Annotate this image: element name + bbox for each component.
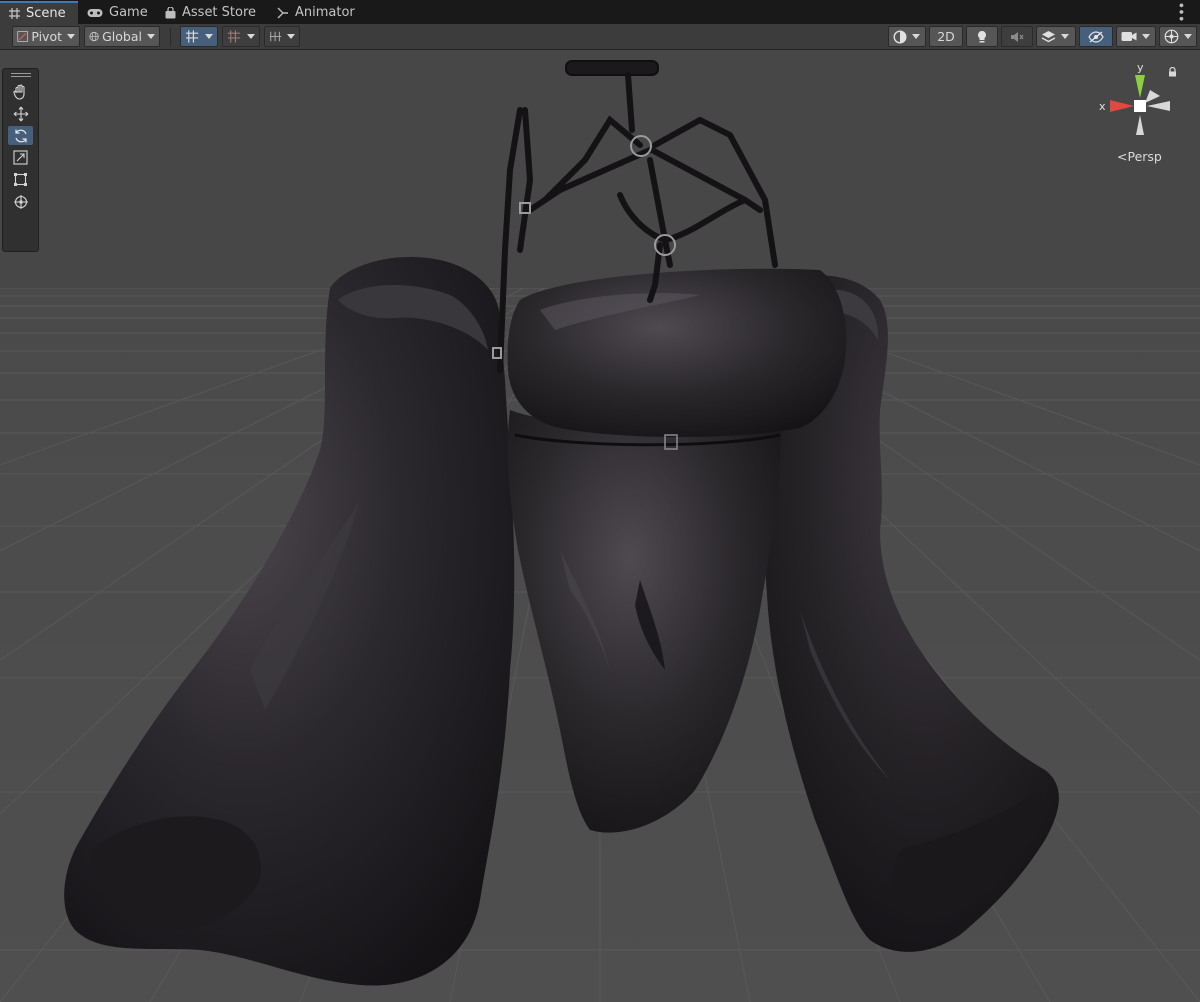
more-options-icon[interactable]: ••• [1172,1,1187,21]
tab-label: Game [109,5,148,20]
globe-icon [89,31,99,42]
gizmo-center-cube[interactable] [1134,100,1146,112]
gizmo-neg-z-cone[interactable] [1136,115,1144,135]
pivot-icon [17,31,28,42]
chevron-down-icon [247,34,255,39]
grid-icon [9,8,20,19]
rect-icon [14,173,27,186]
tab-asset-store[interactable]: Asset Store [156,1,265,24]
tab-game[interactable]: Game [78,1,157,24]
gizmos-dropdown[interactable] [1159,26,1197,47]
effects-dropdown[interactable] [1036,26,1076,47]
transform-icon [13,194,28,209]
view-2d-toggle[interactable]: 2D [929,26,963,47]
pivot-dropdown[interactable]: Pivot [12,26,80,47]
tab-label: Animator [295,5,355,20]
tab-animator[interactable]: Animator [268,1,364,24]
lock-icon[interactable] [1168,67,1177,77]
speaker-muted-icon [1011,31,1024,42]
camera-dropdown[interactable] [1116,26,1156,47]
global-label: Global [102,29,142,44]
chevron-left-icon: < [1117,149,1128,164]
move-icon [13,106,28,121]
projection-label: Persp [1127,149,1162,164]
gizmo-y-label: y [1137,61,1144,74]
lighting-toggle[interactable] [966,26,998,47]
layers-icon [1041,31,1056,43]
increment-snap-icon [227,30,241,43]
animator-icon [277,7,288,18]
tool-panel [2,68,39,252]
scale-tool[interactable] [8,148,33,167]
grid-snap-icon [185,30,199,43]
align-snap-dropdown[interactable] [264,26,300,47]
panel-drag-handle[interactable] [11,73,31,77]
shaded-sphere-icon [893,29,907,44]
scene-visibility-toggle[interactable] [1079,26,1113,47]
shopping-bag-icon [165,6,176,18]
light-bulb-icon [978,30,986,42]
grid-snapping-dropdown[interactable] [180,26,218,47]
chevron-down-icon [1142,34,1150,39]
audio-toggle[interactable] [1001,26,1033,47]
move-tool[interactable] [8,104,33,123]
scene-viewport[interactable]: y x <Persp [0,50,1200,1002]
hand-tool[interactable] [8,82,33,101]
global-dropdown[interactable]: Global [84,26,160,47]
transform-tool[interactable] [8,192,33,211]
gizmo-globe-icon [1164,29,1179,44]
gizmo-neg-x-cone[interactable] [1147,101,1170,111]
rotate-icon [14,129,27,142]
align-icon [269,31,282,42]
hand-icon [13,83,25,100]
projection-toggle[interactable]: <Persp [1117,149,1162,164]
chevron-down-icon [1184,34,1192,39]
camera-icon [1121,32,1137,41]
scene-toolbar: Pivot Global 2D [0,24,1200,50]
scale-icon [13,150,28,165]
tab-label: Scene [26,6,66,21]
chevron-down-icon [67,34,75,39]
tab-label: Asset Store [182,5,257,20]
chevron-down-icon [1061,34,1069,39]
gizmo-z-cone[interactable] [1145,90,1160,103]
chevron-down-icon [912,34,920,39]
chevron-down-icon [147,34,155,39]
rect-tool[interactable] [8,170,33,189]
increment-snap-dropdown[interactable] [222,26,260,47]
gizmo-x-axis-cone[interactable] [1110,100,1134,112]
gamepad-icon [87,8,103,17]
draw-mode-dropdown[interactable] [888,26,926,47]
rotate-tool[interactable] [8,126,33,145]
pivot-label: Pivot [31,29,62,44]
tab-scene[interactable]: Scene [0,1,78,24]
toolbar-divider [170,28,171,46]
chevron-down-icon [287,34,295,39]
gizmo-y-axis-cone[interactable] [1135,75,1145,98]
gizmo-x-label: x [1099,100,1106,113]
view-2d-label: 2D [937,29,955,44]
chevron-down-icon [205,34,213,39]
scene-canvas[interactable] [0,50,1200,1002]
tab-bar: Scene Game Asset Store Animator ••• [0,0,1200,24]
eye-slash-icon [1088,30,1104,43]
